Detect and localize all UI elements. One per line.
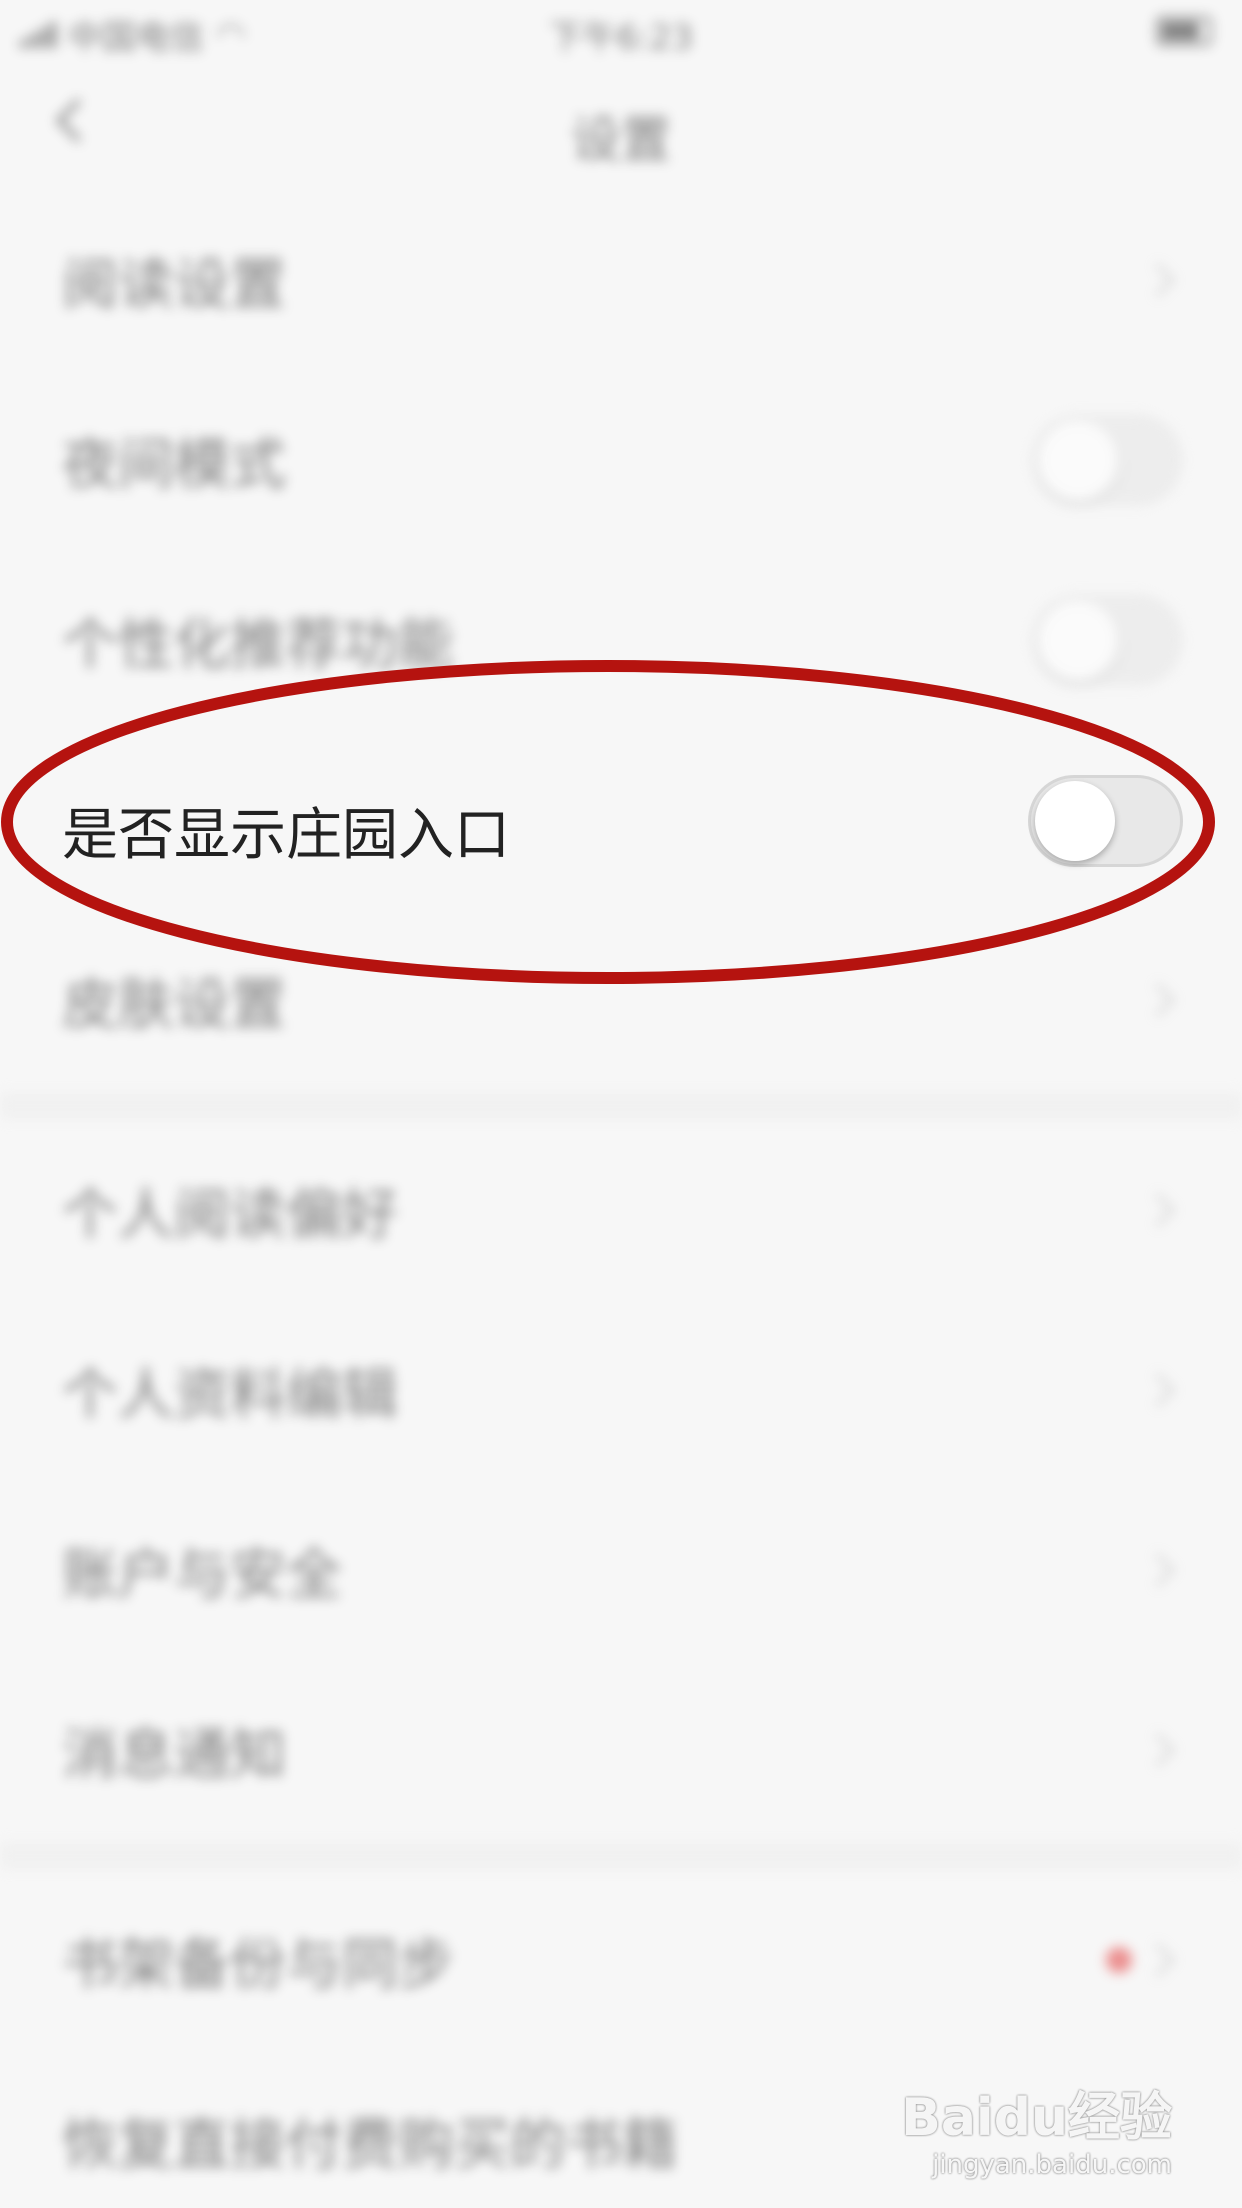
battery-icon <box>1156 16 1212 46</box>
row-label: 皮肤设置 <box>62 972 286 1038</box>
row-personal-reading-pref[interactable]: 个人阅读偏好 <box>0 1120 1242 1300</box>
row-label: 夜间模式 <box>62 432 286 498</box>
blurred-background-layer: 中国电信 ◠ 下午6:23 设置 阅读设置 夜间模式 个性化推荐功能 皮肤设置 <box>0 0 1242 2208</box>
watermark-url: jingyan.baidu.com <box>932 2150 1172 2180</box>
section-divider <box>0 1092 1242 1120</box>
settings-screen: 中国电信 ◠ 下午6:23 设置 阅读设置 夜间模式 个性化推荐功能 皮肤设置 <box>0 0 1242 2208</box>
chevron-right-icon <box>1141 1943 1175 1977</box>
chevron-right-icon <box>1141 983 1175 1017</box>
chevron-right-icon <box>1141 263 1175 297</box>
toggle-knob <box>1035 781 1115 861</box>
status-time: 下午6:23 <box>548 18 694 58</box>
row-personalized-recommend: 个性化推荐功能 <box>0 550 1242 730</box>
night-mode-toggle[interactable] <box>1032 415 1182 505</box>
row-notifications[interactable]: 消息通知 <box>0 1660 1242 1840</box>
row-label: 消息通知 <box>62 1722 286 1788</box>
row-skin-settings[interactable]: 皮肤设置 <box>0 910 1242 1090</box>
section-divider <box>0 1842 1242 1870</box>
row-label-show-manor-entry: 是否显示庄园入口 <box>62 803 510 868</box>
row-profile-edit[interactable]: 个人资料编辑 <box>0 1300 1242 1480</box>
watermark: Baidu经验 jingyan.baidu.com <box>901 2075 1172 2180</box>
chevron-right-icon <box>1141 1373 1175 1407</box>
row-night-mode: 夜间模式 <box>0 370 1242 550</box>
row-bookshelf-backup[interactable]: 书架备份与同步 <box>0 1870 1242 2050</box>
notification-dot <box>1106 1947 1132 1973</box>
show-manor-entry-toggle[interactable] <box>1028 775 1183 867</box>
nav-bar: 设置 <box>0 60 1242 190</box>
personalized-recommend-toggle[interactable] <box>1032 595 1182 685</box>
row-label: 个性化推荐功能 <box>62 612 454 678</box>
row-label: 个人资料编辑 <box>62 1362 398 1428</box>
row-account-security[interactable]: 账户与安全 <box>0 1480 1242 1660</box>
row-reading-settings[interactable]: 阅读设置 <box>0 190 1242 370</box>
status-bar: 中国电信 ◠ 下午6:23 <box>0 0 1242 60</box>
chevron-right-icon <box>1141 1733 1175 1767</box>
row-label: 阅读设置 <box>62 252 286 318</box>
row-show-manor-entry: 是否显示庄园入口 <box>0 735 1242 915</box>
watermark-brand: Baidu经验 <box>901 2088 1172 2148</box>
chevron-right-icon <box>1141 1193 1175 1227</box>
row-label: 恢复直接付费购买的书籍 <box>62 2112 678 2178</box>
page-title: 设置 <box>571 111 671 169</box>
row-label: 个人阅读偏好 <box>62 1182 398 1248</box>
row-label: 书架备份与同步 <box>62 1932 454 1998</box>
chevron-right-icon <box>1141 1553 1175 1587</box>
toggle-knob <box>1038 421 1118 501</box>
row-label: 账户与安全 <box>62 1542 342 1608</box>
toggle-knob <box>1038 601 1118 681</box>
